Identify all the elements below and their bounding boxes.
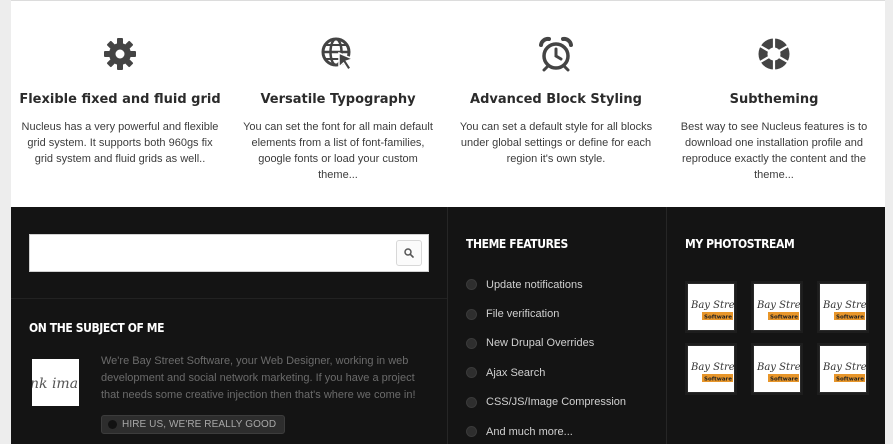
logo-text: Bay Street	[822, 300, 867, 311]
about-logo: nk ima	[32, 359, 79, 406]
logo-subtext: Software	[836, 377, 864, 383]
feature-title: Advanced Block Styling	[470, 92, 642, 107]
about-title: On the subject of me	[29, 321, 165, 335]
list-item-label: Ajax Search	[486, 366, 546, 379]
bullet-icon	[466, 426, 477, 438]
list-item-label: CSS/JS/Image Compression	[486, 396, 626, 409]
logo-text: Bay Street	[822, 362, 867, 373]
photostream-title: My photostream	[685, 237, 795, 251]
list-item[interactable]: New Drupal Overrides	[466, 329, 626, 358]
list-item[interactable]: Update notifications	[466, 270, 626, 299]
list-item[interactable]: File verification	[466, 299, 626, 328]
divider	[11, 298, 447, 299]
photo-thumbnail[interactable]: Bay Street Software	[819, 283, 867, 331]
photo-thumbnail[interactable]: Bay Street Software	[819, 345, 867, 393]
list-item[interactable]: Ajax Search	[466, 358, 626, 387]
bullet-icon	[466, 308, 477, 320]
gear-icon	[102, 36, 138, 72]
footer-column-about: On the subject of me nk ima We're Bay St…	[11, 207, 447, 444]
theme-features-list: Update notifications File verification N…	[466, 270, 626, 444]
search-input[interactable]	[30, 235, 390, 271]
bay-street-logo: Bay Street Software	[754, 346, 801, 392]
feature-text: Best way to see Nucleus features is to d…	[680, 121, 868, 181]
logo-subtext: Software	[770, 377, 798, 383]
logo-subtext: Software	[704, 315, 732, 321]
list-item-label: New Drupal Overrides	[486, 337, 595, 350]
logo-subtext: Software	[836, 315, 864, 321]
list-item-label: Update notifications	[486, 278, 583, 291]
bay-street-logo: Bay Street Software	[820, 346, 867, 392]
footer-column-theme-features: Theme features Update notifications File…	[447, 207, 666, 444]
theme-features-title: Theme features	[466, 237, 568, 251]
photo-thumbnail[interactable]: Bay Street Software	[687, 345, 735, 393]
about-text: We're Bay Street Software, your Web Desi…	[101, 355, 416, 401]
logo-text: Bay Street	[690, 362, 735, 373]
feature-title: Subtheming	[729, 92, 819, 107]
feature-text: You can set the font for all main defaul…	[243, 121, 433, 181]
feature-text: Nucleus has a very powerful and flexible…	[21, 121, 219, 165]
logo-text: Bay Street	[756, 362, 801, 373]
feature-title: Flexible fixed and fluid grid	[19, 92, 221, 107]
features-section: Flexible fixed and fluid grid Nucleus ha…	[11, 0, 885, 207]
logo-subtext: Software	[704, 377, 732, 383]
feature-text: You can set a default style for all bloc…	[459, 121, 653, 165]
bullet-icon	[466, 337, 477, 349]
hire-us-label: HIRE US, WE'RE REALLY GOOD	[122, 419, 277, 430]
bay-street-logo: Bay Street Software	[754, 284, 801, 330]
footer: On the subject of me nk ima We're Bay St…	[11, 207, 885, 444]
bullet-icon	[466, 396, 477, 408]
list-item-label: And much more...	[486, 425, 573, 438]
aperture-icon	[756, 36, 792, 72]
photo-thumbnail[interactable]: Bay Street Software	[753, 345, 801, 393]
logo-text: Bay Street	[690, 300, 735, 311]
search-icon	[404, 248, 414, 258]
photo-thumbnail[interactable]: Bay Street Software	[753, 283, 801, 331]
bay-street-logo: Bay Street Software	[820, 284, 867, 330]
bay-street-logo: Bay Street Software	[688, 284, 735, 330]
footer-column-photostream: My photostream Bay StreetSoftwareBay Str…	[666, 207, 885, 444]
bay-street-logo: Bay Street Software	[688, 346, 735, 392]
list-item[interactable]: CSS/JS/Image Compression	[466, 388, 626, 417]
search-form	[29, 234, 429, 272]
logo-subtext: Software	[770, 315, 798, 321]
search-button[interactable]	[396, 240, 422, 266]
globe-cursor-icon	[320, 36, 356, 72]
logo-text: Bay Street	[756, 300, 801, 311]
bullet-icon	[466, 279, 477, 291]
bullet-icon	[466, 367, 477, 379]
feature-title: Versatile Typography	[260, 92, 416, 107]
hire-us-button[interactable]: HIRE US, WE'RE REALLY GOOD	[101, 415, 286, 434]
list-item[interactable]: And much more...	[466, 417, 626, 444]
photo-thumbnail[interactable]: Bay Street Software	[687, 283, 735, 331]
list-item-label: File verification	[486, 308, 560, 321]
about-logo-text: nk ima	[32, 376, 78, 392]
bullet-icon	[108, 420, 117, 429]
alarm-clock-icon	[538, 36, 574, 72]
